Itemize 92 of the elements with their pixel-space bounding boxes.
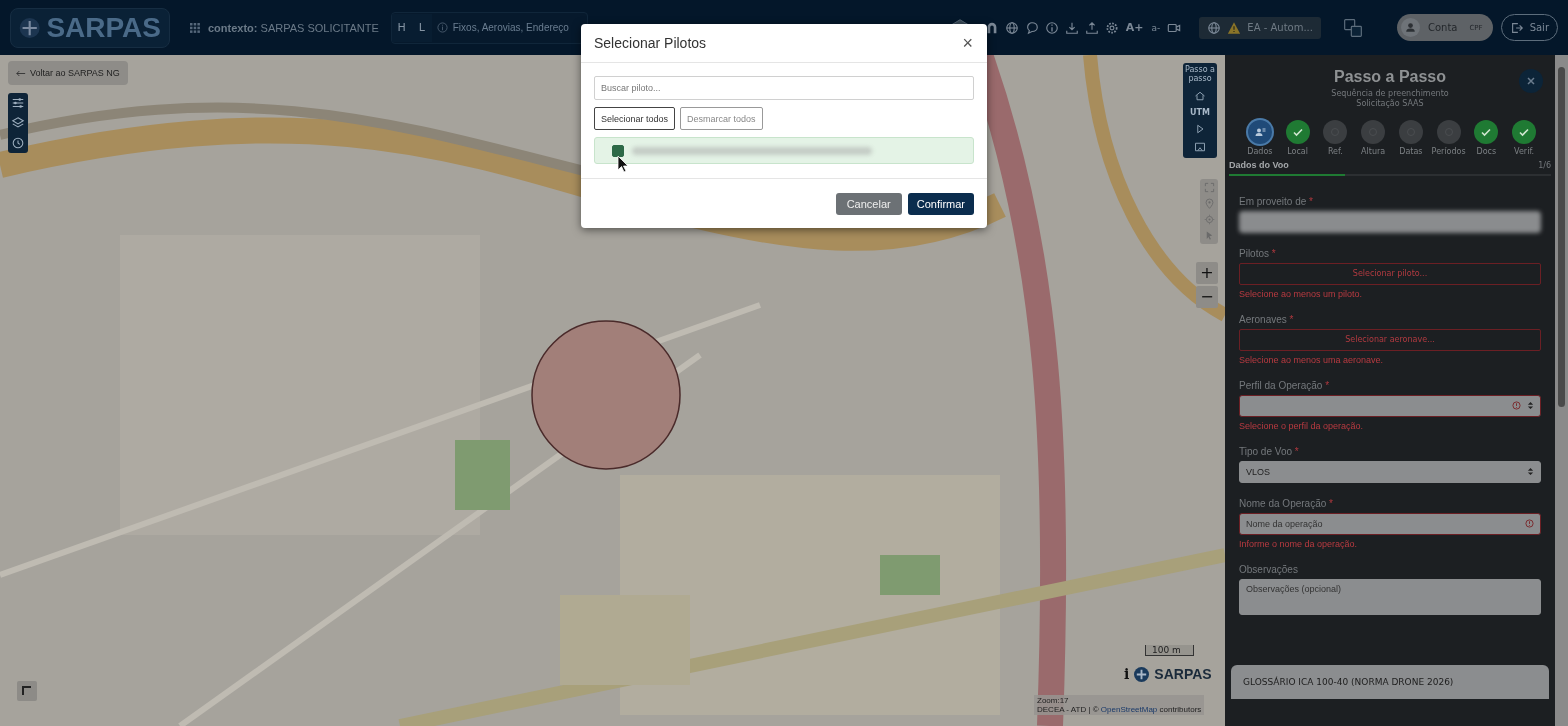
error-message: Selecione o perfil da operação. — [1239, 420, 1365, 431]
search-mode-toggle[interactable]: H — [391, 13, 412, 42]
panel-title: Passo a Passo — [1333, 68, 1447, 86]
panel-subtitle: Sequência de preenchimento — [1330, 89, 1450, 99]
info-button[interactable]: i — [1124, 666, 1130, 682]
step-label: Altura — [1361, 146, 1386, 156]
field-label: Observações — [1239, 563, 1299, 575]
text-area[interactable]: Observações (opcional) — [1239, 578, 1541, 615]
search-bar[interactable]: H L Fixos, Aerovias, Endereço — [390, 11, 588, 44]
step-indicator[interactable] — [1512, 119, 1537, 144]
step-label: Verif. — [1514, 146, 1535, 156]
zoom-out-button[interactable]: − — [1196, 286, 1218, 308]
field-label: Aeronaves * — [1239, 313, 1295, 325]
confirm-button[interactable]: Confirmar — [907, 193, 974, 215]
step-label: Ref. — [1327, 146, 1343, 156]
layers-icon[interactable] — [11, 116, 25, 130]
input-field[interactable]: Nome da operação — [1239, 512, 1541, 535]
zoom-in-button[interactable]: + — [1196, 262, 1218, 284]
field-label: Nome da Operação * — [1239, 497, 1334, 509]
glossary-button[interactable]: GLOSSÁRIO ICA 100-40 (NORMA DRONE 2026) — [1231, 664, 1549, 699]
modal-title: Selecionar Pilotos — [594, 35, 707, 51]
font-size-button[interactable]: A+ — [1124, 21, 1145, 34]
step-label: Local — [1287, 146, 1308, 156]
upload-icon[interactable] — [1084, 20, 1099, 35]
font-size-button[interactable]: a- — [1150, 22, 1162, 33]
step-label: Períodos — [1431, 146, 1466, 156]
sarpas-logo[interactable]: SARPAS — [10, 7, 170, 48]
panel-subtitle: Solicitação SAAS — [1355, 99, 1425, 110]
cursor-icon — [617, 155, 629, 173]
info-icon — [436, 22, 448, 33]
close-icon — [1526, 76, 1536, 86]
settings-icon[interactable] — [1104, 20, 1119, 35]
error-message: Selecione ao menos um piloto. — [1239, 288, 1364, 299]
info-icon[interactable] — [1044, 20, 1059, 35]
close-button[interactable] — [1519, 69, 1543, 93]
attribution-text: DECEA - ATD | © OpenStreetMap contributors — [1037, 705, 1202, 714]
checkbox[interactable] — [612, 144, 624, 157]
arrow-left-icon — [16, 69, 26, 77]
map-scale: 100 m — [1145, 645, 1194, 656]
section-title: Dados do Voo — [1229, 159, 1289, 170]
cross-logo-icon — [1134, 666, 1150, 682]
openstreetmap-link[interactable]: OpenStreetMap — [1100, 705, 1158, 714]
field-label: Tipo de Voo * — [1239, 445, 1300, 457]
environment-selector[interactable]: EA - Autom... — [1199, 16, 1321, 39]
close-button[interactable]: × — [960, 34, 975, 52]
sort-arrows-icon — [1527, 467, 1534, 477]
sliders-icon[interactable] — [11, 96, 25, 110]
step-label: Datas — [1399, 146, 1423, 156]
play-icon[interactable] — [1194, 122, 1206, 135]
chat-icon[interactable] — [1024, 20, 1039, 35]
scrollbar[interactable] — [1555, 55, 1568, 726]
utm-button[interactable]: UTM — [1190, 107, 1210, 117]
search-mode-toggle[interactable]: L — [411, 13, 432, 42]
field-label: Em proveito de * — [1239, 195, 1314, 207]
corner-icon[interactable] — [17, 681, 37, 701]
field-label: Pilotos * — [1239, 247, 1277, 259]
error-message: Selecione ao menos uma aeronave. — [1239, 354, 1385, 365]
error-icon — [1525, 518, 1534, 528]
download-icon[interactable] — [1064, 20, 1079, 35]
select-field[interactable]: VLOS — [1239, 460, 1541, 483]
globe-icon — [1207, 20, 1222, 35]
error-icon — [1512, 401, 1521, 411]
context-label: contexto: SARPAS SOLICITANTE — [208, 21, 379, 34]
user-icon — [1401, 18, 1420, 37]
step-indicator[interactable] — [1285, 119, 1310, 144]
globe-icon[interactable] — [1004, 20, 1019, 35]
field-label: Perfil da Operação * — [1239, 379, 1331, 391]
zoom-level: Zoom:17 — [1037, 696, 1070, 705]
warning-icon — [1227, 20, 1242, 35]
home-icon[interactable] — [1194, 89, 1206, 102]
error-message: Informe o nome da operação. — [1239, 538, 1359, 549]
cancel-button[interactable]: Cancelar — [835, 193, 902, 215]
step-label: Dados — [1247, 146, 1273, 156]
step-indicator[interactable] — [1474, 119, 1499, 144]
section-count: 1/6 — [1538, 160, 1551, 170]
translate-icon[interactable] — [1343, 17, 1363, 38]
picker-button[interactable]: Selecionar piloto... — [1239, 262, 1541, 285]
select-field[interactable] — [1239, 394, 1541, 417]
step-label: Docs — [1476, 146, 1497, 156]
sort-arrows-icon — [1527, 401, 1534, 411]
back-button[interactable]: Voltar ao SARPAS NG — [8, 61, 128, 85]
search-field[interactable]: Buscar piloto... — [594, 76, 974, 100]
map-logo-text: SARPAS — [1154, 666, 1212, 682]
map-icon[interactable] — [1194, 140, 1206, 153]
select-all-button[interactable]: Selecionar todos — [594, 107, 676, 130]
grid-icon — [190, 22, 200, 33]
step-indicator[interactable] — [1247, 119, 1272, 144]
step-toolbar-label: Passo a passo — [1184, 66, 1216, 84]
redacted-field[interactable] — [1239, 210, 1541, 233]
picker-button[interactable]: Selecionar aeronave... — [1239, 328, 1541, 351]
clock-icon[interactable] — [11, 136, 25, 150]
logout-icon — [1509, 20, 1524, 35]
